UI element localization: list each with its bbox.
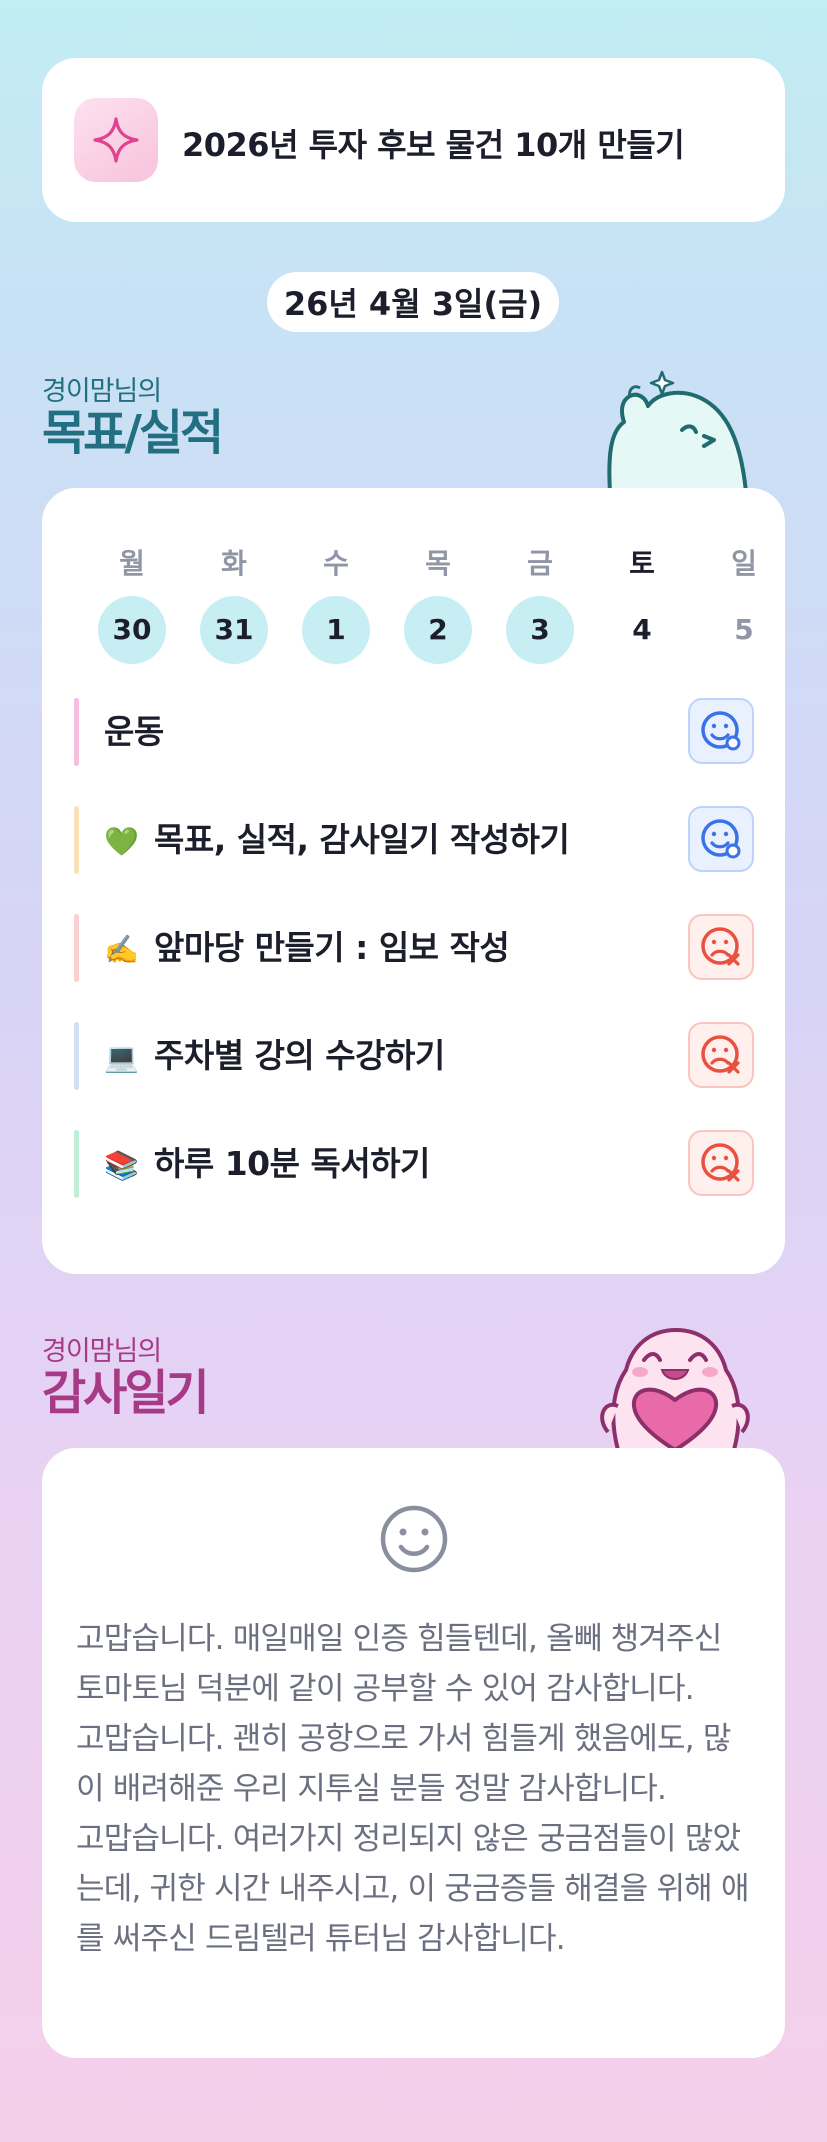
diary-paragraph: 고맙습니다. 여러가지 정리되지 않은 궁금점들이 많았는데, 귀한 시간 내주… — [76, 1821, 749, 1957]
weekday-name: 수 — [323, 547, 349, 580]
task-label-text: 하루 10분 독서하기 — [154, 1144, 430, 1183]
date-cell[interactable]: 2 — [404, 596, 472, 664]
task-label: 💚 목표, 실적, 감사일기 작성하기 — [104, 804, 570, 878]
task-color-bar — [74, 1130, 79, 1198]
date-cell[interactable]: 1 — [302, 596, 370, 664]
weekday-name: 토 — [629, 547, 655, 580]
smile-face-icon — [380, 1505, 448, 1573]
done-face-button[interactable] — [688, 806, 754, 872]
task-color-bar — [74, 1022, 79, 1090]
task-label-text: 주차별 강의 수강하기 — [154, 1036, 445, 1075]
sparkle-icon — [93, 117, 139, 163]
not-done-face-button[interactable] — [688, 914, 754, 980]
pink-mascot-illustration — [600, 1328, 750, 1450]
sad-face-x-icon — [699, 1141, 743, 1185]
weekday-name: 일 — [731, 547, 757, 580]
goal-title: 2026년 투자 후보 물건 10개 만들기 — [182, 126, 685, 164]
task-color-bar — [74, 806, 79, 874]
mint-mascot-illustration — [607, 370, 748, 492]
task-emoji-icon: 📚 — [104, 1149, 139, 1182]
date-cell[interactable]: 31 — [200, 596, 268, 664]
task-row[interactable]: 💚 목표, 실적, 감사일기 작성하기 — [74, 804, 754, 876]
weekday-header: 월 화 수 목 금 토 일 — [98, 542, 812, 582]
task-label-text: 목표, 실적, 감사일기 작성하기 — [154, 820, 570, 859]
smile-face-icon — [699, 709, 743, 753]
task-row[interactable]: 📚 하루 10분 독서하기 — [74, 1128, 754, 1200]
task-emoji-icon: 💻 — [104, 1041, 139, 1074]
tracker-card: 월 화 수 목 금 토 일 30 31 1 2 3 4 5 운동 💚 목표, 실적,… — [42, 488, 785, 1274]
goal-card: 2026년 투자 후보 물건 10개 만들기 — [42, 58, 785, 222]
task-row[interactable]: ✍️ 앞마당 만들기 : 임보 작성 — [74, 912, 754, 984]
not-done-face-button[interactable] — [688, 1130, 754, 1196]
goals-section-title: 경이맘님의 목표/실적 — [42, 376, 224, 461]
sad-face-x-icon — [699, 925, 743, 969]
diary-card: 고맙습니다. 매일매일 인증 힘들텐데, 올빼 챙겨주신 토마토님 덕분에 같이… — [42, 1448, 785, 2058]
goals-section-heading: 목표/실적 — [42, 405, 224, 461]
sad-face-x-icon — [699, 1033, 743, 1077]
task-label: 운동 — [104, 696, 164, 768]
task-label-text: 운동 — [104, 712, 164, 751]
date-cell[interactable]: 3 — [506, 596, 574, 664]
diary-text: 고맙습니다. 매일매일 인증 힘들텐데, 올빼 챙겨주신 토마토님 덕분에 같이… — [76, 1614, 756, 1964]
goal-icon-box — [74, 98, 158, 182]
task-label-text: 앞마당 만들기 : 임보 작성 — [154, 928, 510, 967]
task-label: 💻 주차별 강의 수강하기 — [104, 1020, 445, 1094]
smile-face-icon — [699, 817, 743, 861]
task-row[interactable]: 💻 주차별 강의 수강하기 — [74, 1020, 754, 1092]
week-dates: 30 31 1 2 3 4 5 — [98, 596, 812, 664]
task-emoji-icon: 💚 — [104, 825, 139, 858]
task-label: ✍️ 앞마당 만들기 : 임보 작성 — [104, 912, 510, 986]
date-cell[interactable]: 4 — [608, 596, 676, 664]
task-label: 📚 하루 10분 독서하기 — [104, 1128, 430, 1202]
date-cell[interactable]: 5 — [710, 596, 778, 664]
task-color-bar — [74, 914, 79, 982]
date-label[interactable]: 26년 4월 3일(금) — [267, 272, 559, 332]
diary-paragraph: 고맙습니다. 매일매일 인증 힘들텐데, 올빼 챙겨주신 토마토님 덕분에 같이… — [76, 1621, 722, 1707]
weekday-name: 월 — [119, 547, 145, 580]
date-cell[interactable]: 30 — [98, 596, 166, 664]
done-face-button[interactable] — [688, 698, 754, 764]
weekday-name: 목 — [425, 547, 451, 580]
not-done-face-button[interactable] — [688, 1022, 754, 1088]
task-emoji-icon: ✍️ — [104, 933, 139, 966]
weekday-name: 화 — [221, 547, 247, 580]
diary-paragraph: 고맙습니다. 괜히 공항으로 가서 힘들게 했음에도, 많이 배려해준 우리 지… — [76, 1721, 731, 1807]
weekday-name: 금 — [527, 547, 553, 580]
task-color-bar — [74, 698, 79, 766]
diary-section-title: 경이맘님의 감사일기 — [42, 1336, 210, 1421]
diary-section-owner: 경이맘님의 — [42, 1336, 162, 1367]
goals-section-owner: 경이맘님의 — [42, 376, 162, 407]
task-row[interactable]: 운동 — [74, 696, 754, 768]
diary-section-heading: 감사일기 — [42, 1365, 210, 1421]
